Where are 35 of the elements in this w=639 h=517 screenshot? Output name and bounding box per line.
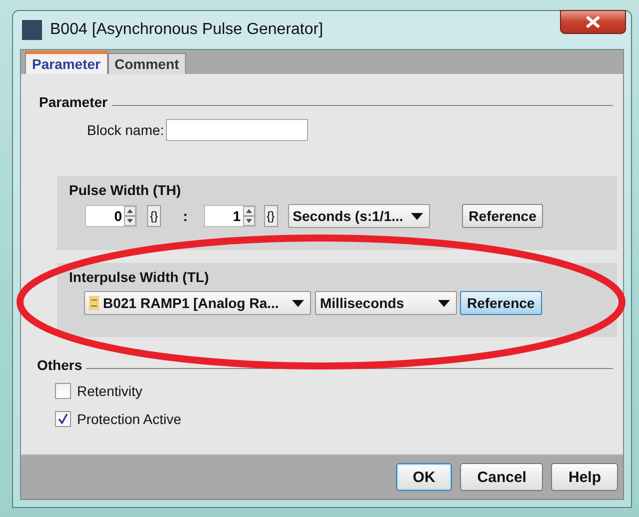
app-logo-icon bbox=[22, 20, 42, 40]
group-title: Interpulse Width (TL) bbox=[69, 269, 210, 285]
separator: : bbox=[183, 208, 188, 224]
dialog-button[interactable]: OK bbox=[396, 463, 452, 491]
caret-icon bbox=[292, 300, 304, 306]
number-spinner[interactable]: 0 bbox=[85, 205, 137, 227]
spinner-arrows-icon[interactable] bbox=[242, 206, 255, 226]
source-dropdown[interactable]: B021 RAMP1 [Analog Ra... bbox=[84, 291, 311, 315]
brace-button[interactable]: {} bbox=[147, 205, 161, 227]
tab[interactable]: Parameter bbox=[25, 51, 108, 74]
section-heading: Parameter bbox=[39, 94, 108, 110]
tab[interactable]: Comment bbox=[108, 53, 186, 74]
brace-button[interactable]: {} bbox=[264, 205, 278, 227]
reference-button[interactable]: Reference bbox=[460, 291, 542, 315]
dialog-button[interactable]: Cancel bbox=[460, 463, 544, 491]
window-title: B004 [Asynchronous Pulse Generator] bbox=[50, 21, 324, 39]
caret-icon bbox=[438, 300, 450, 306]
caret-icon bbox=[410, 212, 423, 220]
checkbox-label: Retentivity bbox=[77, 383, 142, 399]
reference-button[interactable]: Reference bbox=[462, 204, 544, 228]
close-icon bbox=[584, 15, 602, 29]
checkbox[interactable] bbox=[55, 383, 71, 399]
section-heading: Others bbox=[37, 357, 82, 373]
group-title: Pulse Width (TH) bbox=[69, 182, 182, 198]
number-spinner[interactable]: 1 bbox=[204, 205, 256, 227]
spinner-arrows-icon[interactable] bbox=[124, 206, 136, 226]
unit-dropdown[interactable]: Seconds (s:1/1... bbox=[288, 204, 430, 228]
block-icon bbox=[89, 296, 99, 310]
unit-dropdown[interactable]: Milliseconds bbox=[315, 291, 457, 315]
checkbox-label: Protection Active bbox=[77, 411, 182, 427]
field-label: Block name: bbox=[87, 122, 164, 138]
close-button[interactable] bbox=[560, 10, 626, 34]
block-name-field[interactable] bbox=[166, 119, 308, 141]
dialog-button[interactable]: Help bbox=[551, 463, 618, 491]
checkbox[interactable] bbox=[55, 411, 71, 427]
